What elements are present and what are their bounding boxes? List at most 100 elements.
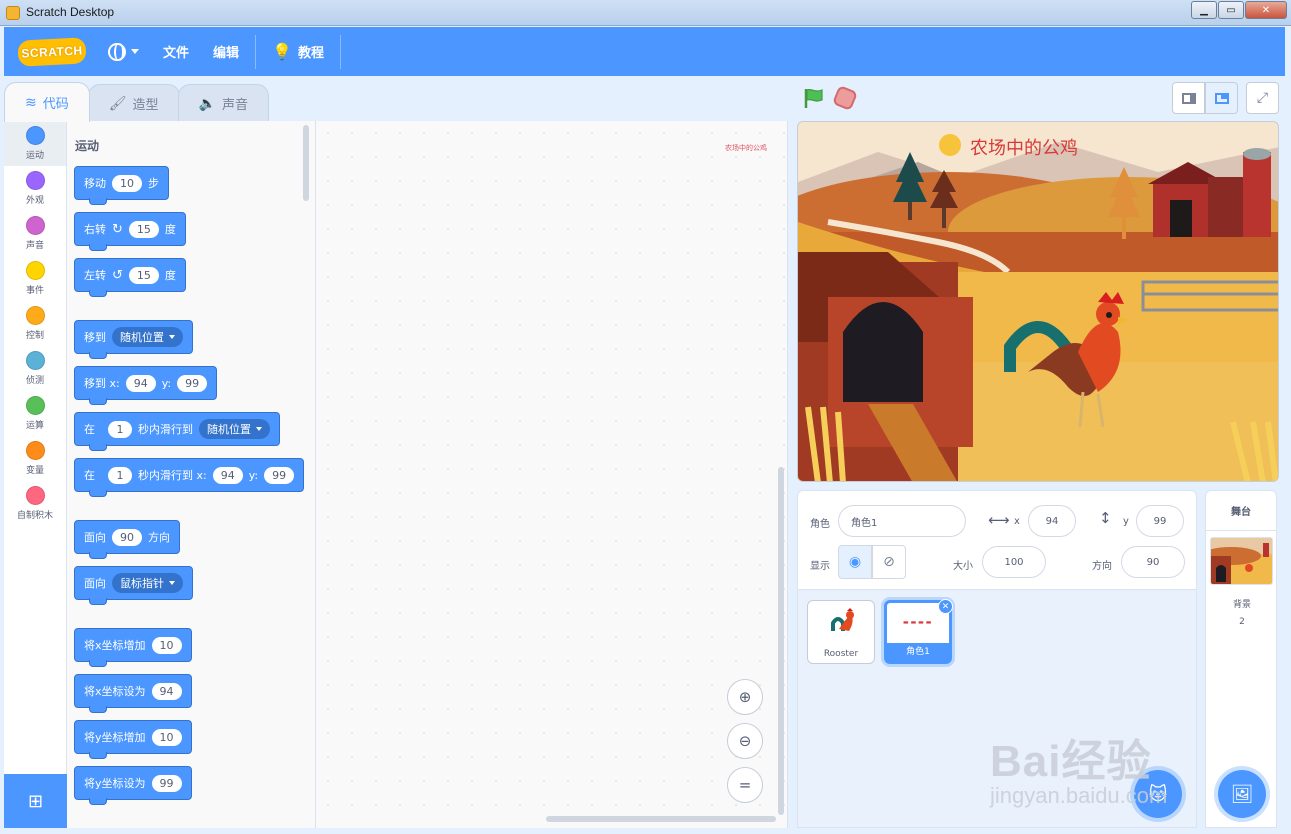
category-sensing[interactable]: 侦测 bbox=[4, 346, 66, 391]
category-looks[interactable]: 外观 bbox=[4, 166, 66, 211]
block-set-y[interactable]: 将y坐标设为 99 bbox=[74, 766, 192, 805]
block-goto-xy[interactable]: 移到 x: 94 y: 99 bbox=[74, 366, 218, 405]
zoom-out-button[interactable]: ⊖ bbox=[727, 723, 763, 759]
fullscreen-icon: ⤢ bbox=[1256, 90, 1269, 106]
palette-scrollbar[interactable] bbox=[303, 125, 309, 201]
editor-tabs: ≋ 代码 🖌 造型 🔈 声音 bbox=[4, 82, 269, 122]
large-stage-button[interactable] bbox=[1205, 82, 1238, 114]
block-input[interactable]: 94 bbox=[125, 374, 156, 392]
block-input[interactable]: 1 bbox=[108, 420, 132, 438]
block-text: 移到 bbox=[84, 331, 106, 344]
block-input[interactable]: 94 bbox=[151, 682, 182, 700]
block-input[interactable]: 99 bbox=[151, 774, 182, 792]
size-input[interactable]: 100 bbox=[982, 546, 1046, 578]
block-change-y[interactable]: 将y坐标增加 10 bbox=[74, 720, 192, 759]
stage-size-toggle: ⤢ bbox=[1172, 82, 1279, 114]
add-extension-button[interactable]: ⊞ bbox=[4, 774, 67, 828]
zoom-in-button[interactable]: ⊕ bbox=[727, 679, 763, 715]
choose-backdrop-button[interactable]: 🖼 bbox=[1218, 770, 1266, 818]
window-titlebar: Scratch Desktop ▁ ▭ ✕ bbox=[0, 0, 1291, 26]
category-events[interactable]: 事件 bbox=[4, 256, 66, 301]
sprite-name-label: 角色 bbox=[810, 519, 830, 530]
category-sound[interactable]: 声音 bbox=[4, 211, 66, 256]
sprite-tile-rooster[interactable]: Rooster bbox=[807, 600, 875, 664]
block-input[interactable]: 99 bbox=[264, 466, 295, 484]
block-input[interactable]: 10 bbox=[112, 174, 142, 192]
file-menu[interactable]: 文件 bbox=[151, 27, 201, 76]
y-input[interactable]: 99 bbox=[1136, 505, 1184, 537]
category-control[interactable]: 控制 bbox=[4, 301, 66, 346]
stage-canvas[interactable]: 农场中的公鸡 bbox=[797, 121, 1279, 482]
size-label: 大小 bbox=[953, 561, 973, 572]
block-input[interactable]: 15 bbox=[128, 220, 159, 238]
chevron-down-icon bbox=[169, 581, 175, 585]
tab-costumes[interactable]: 🖌 造型 bbox=[87, 84, 180, 122]
block-input[interactable]: 10 bbox=[151, 636, 182, 654]
tab-sounds[interactable]: 🔈 声音 bbox=[177, 84, 269, 122]
eye-off-icon: ⊘ bbox=[883, 554, 895, 570]
minimize-button[interactable]: ▁ bbox=[1191, 1, 1217, 19]
sprite-tile-sprite1[interactable]: ▬ ▬ ▬ ▬ ✕ 角色1 bbox=[884, 599, 953, 664]
small-stage-button[interactable] bbox=[1172, 82, 1205, 114]
lightbulb-icon: 💡 bbox=[272, 42, 292, 61]
category-label: 侦测 bbox=[25, 376, 44, 386]
zoom-reset-button[interactable]: = bbox=[727, 767, 763, 803]
block-text: 在 bbox=[84, 469, 95, 482]
block-point-direction[interactable]: 面向 90 方向 bbox=[74, 520, 180, 559]
block-dropdown[interactable]: 随机位置 bbox=[199, 419, 270, 439]
block-input[interactable]: 90 bbox=[112, 528, 142, 546]
block-glide-xy[interactable]: 在 1 秒内滑行到 x: 94 y: 99 bbox=[74, 458, 305, 497]
y-arrow-icon: ↕ bbox=[1099, 509, 1112, 527]
category-motion[interactable]: 运动 bbox=[4, 121, 66, 166]
block-turn-right[interactable]: 右转 ↻ 15 度 bbox=[74, 212, 186, 251]
category-variables[interactable]: 变量 bbox=[4, 436, 66, 481]
block-input[interactable]: 10 bbox=[151, 728, 182, 746]
close-button[interactable]: ✕ bbox=[1245, 1, 1287, 19]
hide-sprite-button[interactable]: ⊘ bbox=[872, 545, 906, 579]
category-dot bbox=[25, 171, 45, 190]
block-input[interactable]: 1 bbox=[108, 466, 132, 484]
block-set-x[interactable]: 将x坐标设为 94 bbox=[74, 674, 192, 713]
green-flag-icon[interactable] bbox=[803, 87, 825, 109]
sprite-name-input[interactable]: 角色1 bbox=[838, 505, 966, 537]
block-text: y: bbox=[248, 468, 259, 482]
block-dropdown[interactable]: 随机位置 bbox=[112, 327, 183, 347]
direction-input[interactable]: 90 bbox=[1121, 546, 1185, 578]
scratch-logo[interactable]: SCRATCH bbox=[17, 36, 87, 67]
tab-code[interactable]: ≋ 代码 bbox=[4, 82, 90, 122]
category-dot bbox=[25, 216, 45, 235]
maximize-button[interactable]: ▭ bbox=[1218, 1, 1244, 19]
fullscreen-button[interactable]: ⤢ bbox=[1246, 82, 1279, 114]
block-turn-left[interactable]: 左转 ↺ 15 度 bbox=[74, 258, 186, 297]
block-point-towards[interactable]: 面向 鼠标指针 bbox=[74, 566, 193, 605]
tutorials-button[interactable]: 💡 教程 bbox=[260, 27, 336, 76]
rotate-right-icon: ↻ bbox=[112, 221, 123, 237]
block-goto[interactable]: 移到 随机位置 bbox=[74, 320, 193, 359]
block-input[interactable]: 99 bbox=[177, 374, 208, 392]
x-input[interactable]: 94 bbox=[1028, 505, 1076, 537]
script-area[interactable]: 农场中的公鸡 ⊕ ⊖ = bbox=[316, 121, 788, 828]
category-label: 运算 bbox=[25, 421, 44, 431]
block-glide[interactable]: 在 1 秒内滑行到 随机位置 bbox=[74, 412, 280, 451]
category-operators[interactable]: 运算 bbox=[4, 391, 66, 436]
show-sprite-button[interactable]: ◉ bbox=[838, 545, 872, 579]
category-my-blocks[interactable]: 自制积木 bbox=[4, 481, 66, 526]
script-horizontal-scrollbar[interactable] bbox=[546, 816, 776, 822]
block-text: 秒内滑行到 x: bbox=[138, 469, 207, 482]
block-input[interactable]: 15 bbox=[128, 266, 159, 284]
x-arrow-icon: ⟷ bbox=[988, 511, 1010, 529]
block-move-steps[interactable]: 移动 10 步 bbox=[74, 166, 169, 205]
stage-header: 舞台 bbox=[1206, 491, 1276, 531]
stop-icon[interactable] bbox=[831, 84, 859, 112]
script-vertical-scrollbar[interactable] bbox=[778, 467, 784, 815]
zoom-out-icon: ⊖ bbox=[738, 732, 752, 750]
edit-menu[interactable]: 编辑 bbox=[201, 27, 251, 76]
speaker-icon: 🔈 bbox=[198, 95, 216, 112]
block-dropdown[interactable]: 鼠标指针 bbox=[112, 573, 183, 593]
block-text: 在 bbox=[84, 423, 95, 436]
block-input[interactable]: 94 bbox=[212, 466, 243, 484]
block-change-x[interactable]: 将x坐标增加 10 bbox=[74, 628, 192, 667]
language-menu[interactable] bbox=[96, 27, 151, 76]
block-text: 度 bbox=[164, 223, 176, 236]
delete-sprite-button[interactable]: ✕ bbox=[938, 599, 953, 614]
